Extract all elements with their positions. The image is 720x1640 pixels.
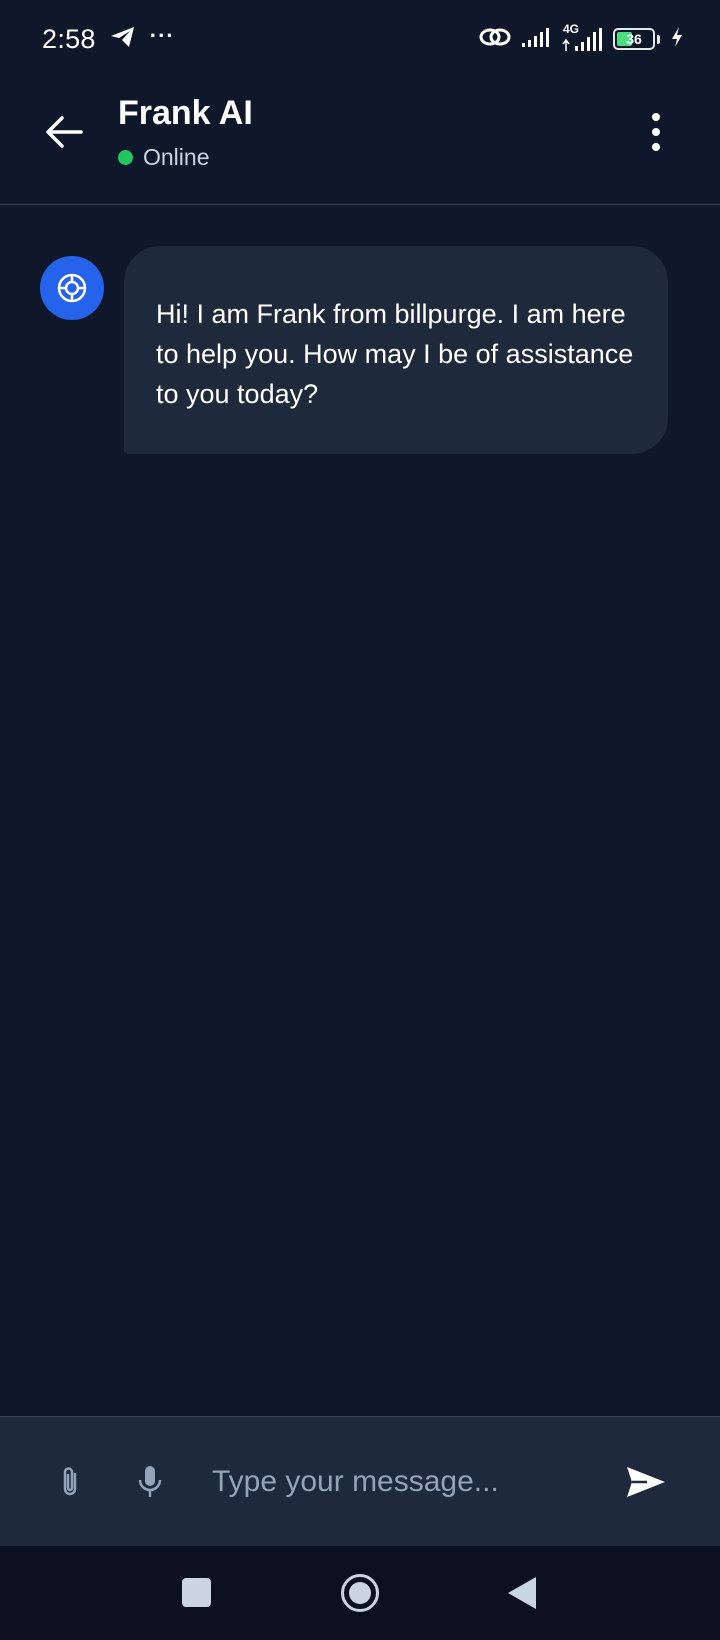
status-left: 2:58 ···: [42, 23, 175, 55]
link-icon: [479, 25, 511, 54]
message-input[interactable]: [212, 1453, 582, 1511]
chat-header: Frank AI Online: [0, 78, 720, 205]
paperclip-icon: [63, 1467, 77, 1496]
signal-4g-icon: 4G: [561, 22, 603, 52]
charging-icon: [670, 26, 684, 53]
presence-label: Online: [143, 144, 210, 170]
more-vertical-icon-dot: [652, 128, 660, 136]
battery-cap: [657, 34, 660, 44]
more-vertical-icon: [652, 113, 660, 121]
telegram-icon: [110, 25, 136, 54]
lifebuoy-icon: [57, 273, 87, 303]
battery-level: 36: [626, 31, 642, 47]
message-composer: [0, 1416, 720, 1546]
contact-name: Frank AI: [118, 94, 253, 132]
microphone-button[interactable]: [130, 1457, 170, 1507]
online-dot-icon: [118, 150, 133, 165]
more-notifications-indicator: ···: [149, 23, 175, 48]
message-list[interactable]: Hi! I am Frank from billpurge. I am here…: [0, 206, 720, 1416]
attach-button[interactable]: [50, 1457, 90, 1507]
bot-message-bubble: Hi! I am Frank from billpurge. I am here…: [124, 246, 668, 454]
bot-avatar: [40, 256, 104, 320]
back-button[interactable]: [40, 108, 88, 156]
back-arrow-icon: [46, 116, 83, 148]
status-right: 4G 36: [479, 22, 684, 54]
home-circle-icon[interactable]: [341, 1574, 379, 1612]
more-options-button[interactable]: [636, 108, 676, 156]
battery-icon: 36: [613, 28, 655, 50]
send-icon: [627, 1467, 665, 1497]
status-time: 2:58: [42, 23, 96, 54]
message-text: Hi! I am Frank from billpurge. I am here…: [156, 299, 634, 409]
back-triangle-icon[interactable]: [508, 1577, 536, 1609]
microphone-icon: [138, 1466, 162, 1497]
home-circle-inner: [349, 1582, 371, 1604]
recents-square-icon[interactable]: [182, 1578, 211, 1607]
signal-icon: [521, 26, 551, 53]
send-button[interactable]: [620, 1457, 672, 1507]
status-bar: 2:58 ··· 4G 36: [0, 0, 720, 78]
system-nav-bar: [0, 1546, 720, 1640]
presence-status: Online: [118, 144, 209, 171]
more-vertical-icon-dot: [652, 143, 660, 151]
